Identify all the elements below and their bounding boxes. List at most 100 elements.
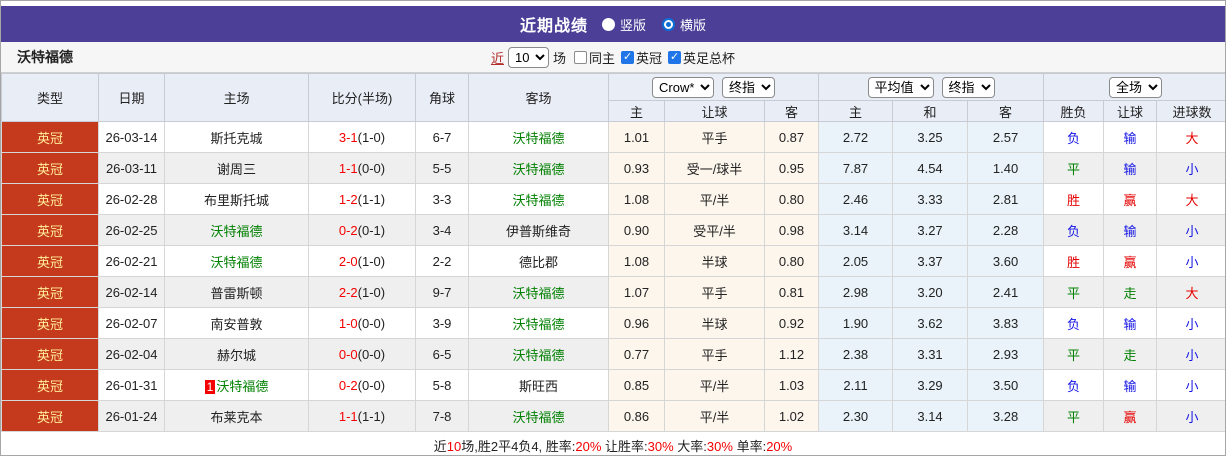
away-team-name: 沃特福德 xyxy=(512,161,565,177)
home-team: 普雷斯顿 xyxy=(164,276,309,308)
checkbox-cup-label: 英足总杯 xyxy=(683,50,736,66)
odds-home: 0.90 xyxy=(608,214,665,246)
match-score: 3-1(1-0) xyxy=(308,121,416,153)
home-team: 布里斯托城 xyxy=(164,183,309,215)
subcol-result-handicap: 让球 xyxy=(1103,100,1158,122)
home-team-name: 布莱克本 xyxy=(210,409,263,425)
corner-score: 2-2 xyxy=(415,245,469,277)
odds-handicap: 平手 xyxy=(664,121,765,153)
table-row: 英冠 26-03-11 谢周三 1-1(0-0) 5-5 沃特福德 0.93 受一/球半 0.9… xyxy=(1,152,1225,184)
table-row: 英冠 26-01-24 布莱克本 1-1(1-1) 7-8 沃特福德 0.86 平/半 1.02… xyxy=(1,400,1225,432)
checkbox-same-home[interactable]: 同主 xyxy=(573,48,615,67)
avg-away: 2.93 xyxy=(967,338,1045,370)
avg-home: 2.11 xyxy=(818,369,894,401)
radio-horizontal[interactable]: 横版 xyxy=(662,15,706,34)
radio-horizontal-label: 横版 xyxy=(680,17,707,33)
col-header-date: 日期 xyxy=(98,73,165,122)
odds-handicap: 平/半 xyxy=(664,183,765,215)
odds-away: 0.87 xyxy=(763,121,820,153)
odds-handicap: 受平/半 xyxy=(664,214,765,246)
avg-away: 2.81 xyxy=(967,183,1045,215)
fulltime-select[interactable]: 全场 xyxy=(1109,76,1163,98)
matches-label: 场 xyxy=(552,50,566,66)
radio-vertical-icon xyxy=(601,17,615,31)
league-badge: 英冠 xyxy=(1,276,99,308)
result-handicap: 赢 xyxy=(1103,245,1158,277)
match-date: 26-02-04 xyxy=(98,338,165,370)
avg-draw: 3.29 xyxy=(892,369,969,401)
team-name: 沃特福德 xyxy=(17,49,73,65)
result-handicap: 赢 xyxy=(1103,183,1158,215)
fulltime-score: 0-2 xyxy=(338,377,358,393)
avg-home: 2.30 xyxy=(818,400,894,432)
result-goals: 小 xyxy=(1156,307,1225,339)
col-header-score: 比分(半场) xyxy=(308,73,416,122)
avg-away: 1.40 xyxy=(967,152,1045,184)
match-date: 26-02-07 xyxy=(98,307,165,339)
home-team-name: 赫尔城 xyxy=(216,347,256,363)
halftime-score: (0-0) xyxy=(357,377,386,393)
col-header-away: 客场 xyxy=(468,73,609,122)
away-team-name: 沃特福德 xyxy=(512,130,565,146)
results-table: 类型 日期 主场 比分(半场) 角球 客场 Crow* 终指 平均值 终指 全场… xyxy=(1,73,1225,432)
halftime-score: (0-0) xyxy=(357,346,386,362)
avg-away: 3.60 xyxy=(967,245,1045,277)
filter-controls: 近 10 场 同主 英冠 英足总杯 xyxy=(491,46,735,68)
average-select[interactable]: 平均值 xyxy=(867,76,934,98)
away-team: 沃特福德 xyxy=(468,307,609,339)
recent-link[interactable]: 近 xyxy=(491,48,504,67)
odds-away: 1.12 xyxy=(763,338,820,370)
subcol-avg-away: 客 xyxy=(967,100,1045,122)
odds-away: 1.03 xyxy=(763,369,820,401)
table-row: 英冠 26-01-31 1 沃特福德 0-2(0-0) 5-8 斯旺西 0.85 平/半 1.03… xyxy=(1,369,1225,401)
result-outcome: 负 xyxy=(1043,307,1105,339)
away-team: 沃特福德 xyxy=(468,183,609,215)
odds-home: 1.08 xyxy=(608,183,665,215)
home-team-name: 斯托克城 xyxy=(210,130,263,146)
crow-final-select[interactable]: 终指 xyxy=(722,76,775,98)
result-handicap: 输 xyxy=(1103,214,1158,246)
match-date: 26-02-14 xyxy=(98,276,165,308)
checkbox-cup-icon xyxy=(668,50,682,64)
checkbox-league[interactable]: 英冠 xyxy=(621,48,662,67)
checkbox-cup[interactable]: 英足总杯 xyxy=(668,48,735,67)
summary-part-9: 20% xyxy=(766,439,793,454)
away-team-name: 沃特福德 xyxy=(512,409,565,425)
recent-count-select[interactable]: 10 xyxy=(507,46,549,68)
col-header-type: 类型 xyxy=(1,73,99,122)
league-badge: 英冠 xyxy=(1,400,99,432)
home-team: 沃特福德 xyxy=(164,214,309,246)
away-team-name: 沃特福德 xyxy=(512,316,565,332)
avg-final-select[interactable]: 终指 xyxy=(941,76,995,98)
average-header-group: 平均值 终指 xyxy=(818,73,1045,101)
corner-score: 3-3 xyxy=(415,183,469,215)
avg-home: 3.14 xyxy=(818,214,894,246)
league-badge: 英冠 xyxy=(1,152,99,184)
avg-draw: 3.20 xyxy=(892,276,969,308)
radio-vertical[interactable]: 竖版 xyxy=(601,15,646,34)
odds-away: 0.80 xyxy=(763,245,820,277)
fulltime-score: 0-0 xyxy=(338,346,358,362)
subcol-result-goals: 进球数 xyxy=(1156,100,1225,122)
summary-part-4: 让胜率: xyxy=(601,439,648,454)
corner-score: 7-8 xyxy=(415,400,469,432)
fulltime-score: 0-2 xyxy=(338,222,358,238)
fulltime-score: 1-2 xyxy=(338,191,358,207)
result-handicap: 输 xyxy=(1103,152,1158,184)
corner-score: 5-8 xyxy=(415,369,469,401)
table-row: 英冠 26-02-14 普雷斯顿 2-2(1-0) 9-7 沃特福德 1.07 平手 0.81 2… xyxy=(1,276,1225,308)
summary-part-2: 场,胜2平4负4, 胜率: xyxy=(461,439,576,454)
away-team-name: 沃特福德 xyxy=(512,285,565,301)
subcol-odds-handicap: 让球 xyxy=(664,100,765,122)
result-goals: 大 xyxy=(1156,276,1225,308)
corner-score: 3-4 xyxy=(415,214,469,246)
controls-bar: 沃特福德 近 10 场 同主 英冠 英足总杯 xyxy=(1,42,1225,73)
home-team: 布莱克本 xyxy=(164,400,309,432)
bookmaker-select[interactable]: Crow* xyxy=(652,76,714,98)
title-bar: 近期战绩 竖版 横版 xyxy=(1,6,1225,42)
halftime-score: (1-1) xyxy=(357,191,386,207)
home-team: 1 沃特福德 xyxy=(164,369,309,401)
recent-results-panel: 近期战绩 竖版横版 沃特福德 近 10 场 同主英冠英足总杯 类型 日期 主场 … xyxy=(0,0,1226,456)
halftime-score: (1-1) xyxy=(357,408,386,424)
home-team: 沃特福德 xyxy=(164,245,309,277)
